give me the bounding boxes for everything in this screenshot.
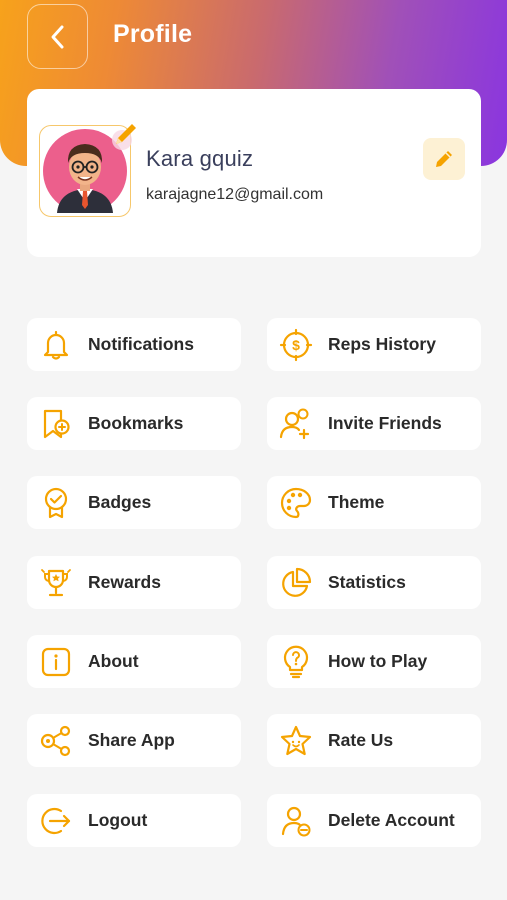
chevron-left-icon — [51, 25, 63, 48]
menu-item-rate-us[interactable]: Rate Us — [267, 714, 481, 767]
edit-profile-button[interactable] — [423, 138, 465, 180]
menu-item-rewards[interactable]: Rewards — [27, 556, 241, 609]
trophy-icon — [38, 565, 74, 601]
avatar[interactable] — [39, 124, 136, 217]
dollar-clock-icon: $ — [278, 327, 314, 363]
palette-icon — [278, 485, 314, 521]
menu-label: Statistics — [328, 572, 406, 592]
user-email: karajagne12@gmail.com — [146, 186, 324, 203]
menu-item-invite-friends[interactable]: Invite Friends — [267, 397, 481, 450]
share-icon — [38, 723, 74, 759]
page-title: Profile — [113, 20, 193, 48]
menu-label: How to Play — [328, 651, 428, 671]
menu-item-bookmarks[interactable]: Bookmarks — [27, 397, 241, 450]
bell-icon — [38, 327, 74, 363]
logout-icon — [38, 803, 74, 839]
svg-text:$: $ — [292, 337, 300, 353]
menu-item-badges[interactable]: Badges — [27, 476, 241, 529]
menu-label: Notifications — [88, 334, 194, 354]
user-name: Kara gquiz — [146, 146, 254, 171]
menu-label: Theme — [328, 492, 385, 512]
menu-label: Invite Friends — [328, 413, 442, 433]
menu-item-reps-history[interactable]: $ Reps History — [267, 318, 481, 371]
add-user-icon — [278, 406, 314, 442]
info-icon — [38, 644, 74, 680]
lightbulb-question-icon — [278, 644, 314, 680]
profile-card: Kara gquiz karajagne12@gmail.com — [27, 89, 481, 257]
menu-item-notifications[interactable]: Notifications — [27, 318, 241, 371]
avatar-edit-icon[interactable] — [108, 120, 142, 150]
menu-label: Logout — [88, 810, 148, 830]
badge-icon — [38, 485, 74, 521]
menu-label: Share App — [88, 730, 175, 750]
menu-item-theme[interactable]: Theme — [267, 476, 481, 529]
menu-item-statistics[interactable]: Statistics — [267, 556, 481, 609]
menu-label: Reps History — [328, 334, 436, 354]
menu-item-delete-account[interactable]: Delete Account — [267, 794, 481, 847]
pencil-icon — [436, 151, 452, 167]
menu-label: Rate Us — [328, 730, 394, 750]
menu-item-about[interactable]: About — [27, 635, 241, 688]
remove-user-icon — [278, 803, 314, 839]
menu-label: Rewards — [88, 572, 161, 592]
menu-label: About — [88, 651, 139, 671]
menu-label: Delete Account — [328, 810, 455, 830]
menu-item-logout[interactable]: Logout — [27, 794, 241, 847]
pie-chart-icon — [278, 565, 314, 601]
menu-label: Badges — [88, 492, 152, 512]
menu-item-share-app[interactable]: Share App — [27, 714, 241, 767]
bookmark-icon — [38, 406, 74, 442]
star-icon — [278, 723, 314, 759]
back-button[interactable] — [27, 4, 88, 69]
menu-label: Bookmarks — [88, 413, 184, 433]
menu-item-how-to-play[interactable]: How to Play — [267, 635, 481, 688]
